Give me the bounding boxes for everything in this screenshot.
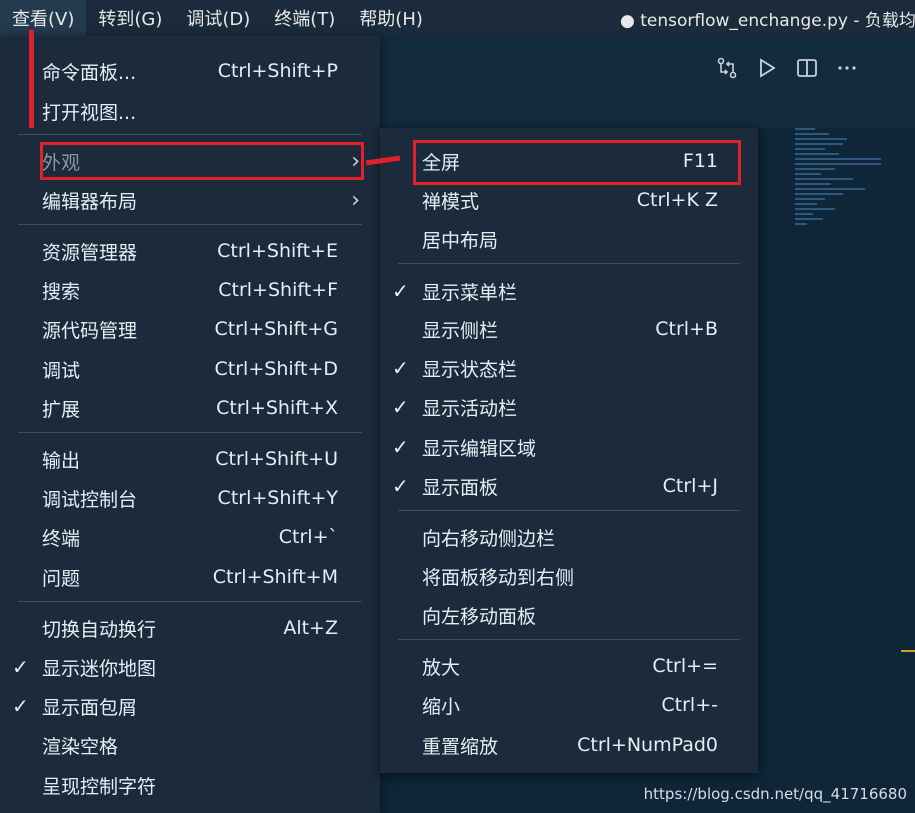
menu-item-reset-zoom[interactable]: 重置缩放 Ctrl+NumPad0 xyxy=(380,726,758,764)
menu-item-show-menubar[interactable]: ✓ 显示菜单栏 xyxy=(380,272,758,310)
menu-separator xyxy=(398,263,740,264)
menu-item-breadcrumbs[interactable]: ✓ 显示面包屑 xyxy=(0,687,380,725)
menu-item-show-editor-area[interactable]: ✓ 显示编辑区域 xyxy=(380,428,758,466)
menu-item-zoom-out[interactable]: 缩小 Ctrl+- xyxy=(380,686,758,724)
menu-terminal[interactable]: 终端(T) xyxy=(262,0,347,36)
menu-item-move-panel-right[interactable]: 将面板移动到右侧 xyxy=(380,557,758,595)
menu-separator xyxy=(18,432,362,433)
minimap[interactable] xyxy=(795,128,885,278)
checkmark-icon: ✓ xyxy=(392,474,409,498)
menu-item-zoom-in[interactable]: 放大 Ctrl+= xyxy=(380,647,758,685)
menu-item-command-palette[interactable]: 命令面板... Ctrl+Shift+P xyxy=(0,52,380,90)
menu-separator xyxy=(18,224,362,225)
menu-item-output[interactable]: 输出 Ctrl+Shift+U xyxy=(0,440,380,478)
menu-separator xyxy=(398,639,740,640)
annotation-box-appearance xyxy=(40,142,364,180)
menu-item-debug[interactable]: 调试 Ctrl+Shift+D xyxy=(0,350,380,388)
more-actions-icon[interactable] xyxy=(836,57,858,79)
menu-item-word-wrap[interactable]: 切换自动换行 Alt+Z xyxy=(0,609,380,647)
menu-item-search[interactable]: 搜索 Ctrl+Shift+F xyxy=(0,271,380,309)
checkmark-icon: ✓ xyxy=(12,694,29,718)
split-editor-icon[interactable] xyxy=(796,57,818,79)
checkmark-icon: ✓ xyxy=(392,279,409,303)
compare-changes-icon[interactable] xyxy=(716,57,738,79)
menu-item-scm[interactable]: 源代码管理 Ctrl+Shift+G xyxy=(0,310,380,348)
menu-help[interactable]: 帮助(H) xyxy=(347,0,435,36)
menu-item-debug-console[interactable]: 调试控制台 Ctrl+Shift+Y xyxy=(0,479,380,517)
annotation-box-fullscreen xyxy=(413,140,741,185)
menu-separator xyxy=(18,601,362,602)
window-title: ● tensorflow_enchange.py - 负载均衡 xyxy=(620,10,915,31)
scrollbar-marker xyxy=(901,650,915,652)
menu-item-move-sidebar-right[interactable]: 向右移动侧边栏 xyxy=(380,518,758,556)
checkmark-icon: ✓ xyxy=(392,435,409,459)
menu-item-terminal[interactable]: 终端 Ctrl+` xyxy=(0,518,380,556)
menu-item-editor-layout[interactable]: 编辑器布局 › xyxy=(0,181,380,219)
checkmark-icon: ✓ xyxy=(12,655,29,679)
menu-debug[interactable]: 调试(D) xyxy=(174,0,262,36)
menu-item-render-whitespace[interactable]: 渲染空格 xyxy=(0,726,380,764)
menu-separator xyxy=(18,134,362,135)
menu-view[interactable]: 查看(V) xyxy=(0,0,87,36)
watermark: https://blog.csdn.net/qq_41716680 xyxy=(643,785,907,803)
menu-separator xyxy=(398,510,740,511)
appearance-submenu: 全屏 F11 禅模式 Ctrl+K Z 居中布局 ✓ 显示菜单栏 显示侧栏 Ctrl+B… xyxy=(380,128,758,773)
menu-item-show-panel[interactable]: ✓ 显示面板 Ctrl+J xyxy=(380,467,758,505)
checkmark-icon: ✓ xyxy=(392,395,409,419)
menu-item-explorer[interactable]: 资源管理器 Ctrl+Shift+E xyxy=(0,232,380,270)
menu-item-zen-mode[interactable]: 禅模式 Ctrl+K Z xyxy=(380,181,758,219)
menu-item-centered-layout[interactable]: 居中布局 xyxy=(380,220,758,258)
menu-item-control-chars[interactable]: 呈现控制字符 xyxy=(0,766,380,804)
menu-item-show-statusbar[interactable]: ✓ 显示状态栏 xyxy=(380,349,758,387)
menu-item-minimap[interactable]: ✓ 显示迷你地图 xyxy=(0,648,380,686)
annotation-line xyxy=(29,30,34,128)
menu-item-extensions[interactable]: 扩展 Ctrl+Shift+X xyxy=(0,389,380,427)
chevron-right-icon: › xyxy=(351,187,360,213)
menu-item-problems[interactable]: 问题 Ctrl+Shift+M xyxy=(0,558,380,596)
menu-item-open-view[interactable]: 打开视图... xyxy=(0,92,380,130)
checkmark-icon: ✓ xyxy=(392,356,409,380)
menu-goto[interactable]: 转到(G) xyxy=(86,0,174,36)
run-icon[interactable] xyxy=(756,57,778,79)
menu-item-show-activitybar[interactable]: ✓ 显示活动栏 xyxy=(380,388,758,426)
editor-toolbar xyxy=(700,50,915,86)
menu-item-move-panel-left[interactable]: 向左移动面板 xyxy=(380,596,758,634)
menu-item-show-sidebar[interactable]: 显示侧栏 Ctrl+B xyxy=(380,310,758,348)
